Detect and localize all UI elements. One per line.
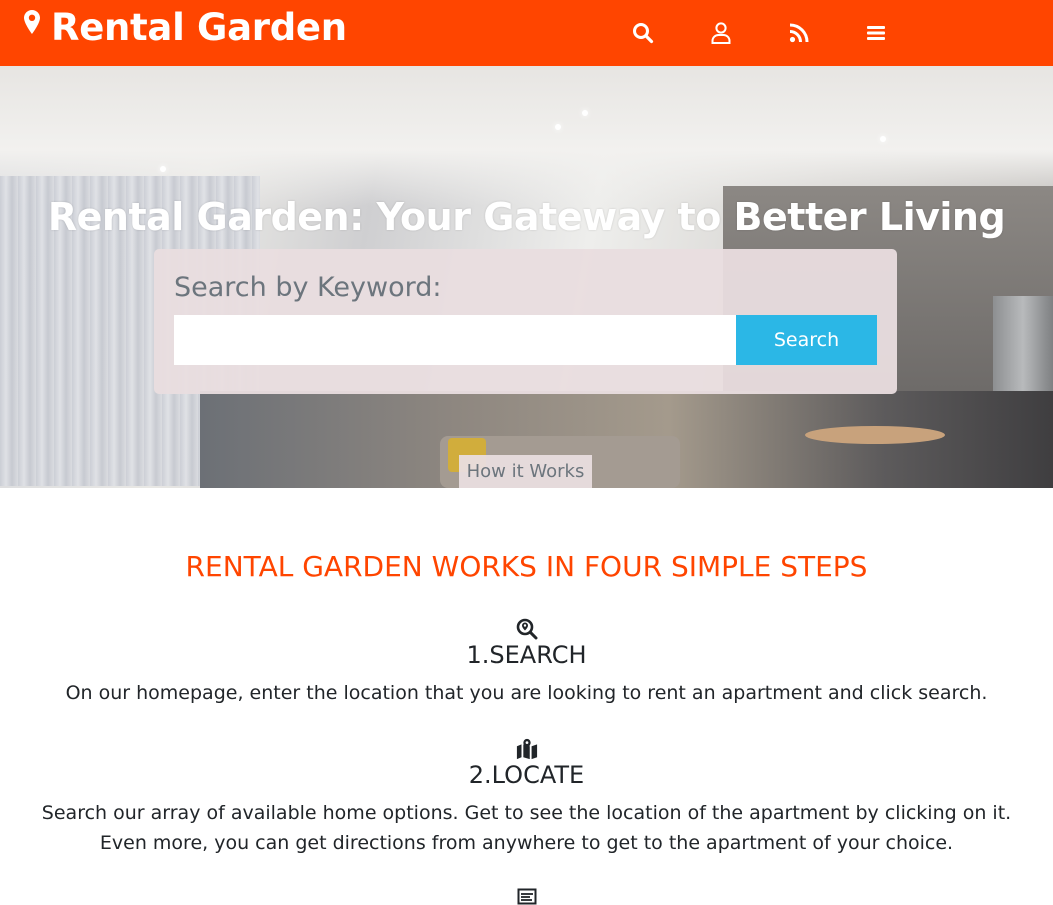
search-label: Search by Keyword:	[174, 272, 442, 303]
step-rent	[0, 888, 1053, 905]
step-title: 1.SEARCH	[466, 641, 587, 669]
search-panel: Search by Keyword: Search	[154, 249, 897, 394]
search-icon[interactable]	[631, 21, 655, 45]
step-description: Search our array of available home optio…	[41, 802, 1012, 854]
hero-section: Rental Garden: Your Gateway to Better Li…	[0, 66, 1053, 488]
step-search: 1.SEARCH On our homepage, enter the loca…	[0, 618, 1053, 708]
search-location-icon	[516, 618, 537, 640]
how-it-works-tab[interactable]: How it Works	[459, 455, 592, 488]
rss-icon[interactable]	[787, 21, 811, 45]
brand-link[interactable]: Rental Garden	[24, 6, 347, 50]
rental-sign-icon	[517, 888, 536, 905]
brand-name: Rental Garden	[51, 6, 347, 49]
search-button[interactable]: Search	[736, 315, 877, 365]
map-marked-icon	[516, 738, 537, 760]
step-title: 2.LOCATE	[468, 761, 585, 789]
hero-background-table	[805, 426, 945, 444]
hero-title: Rental Garden: Your Gateway to Better Li…	[47, 195, 1006, 239]
step-locate: 2.LOCATE Search our array of available h…	[0, 738, 1053, 858]
map-pin-icon	[24, 10, 40, 34]
search-input[interactable]	[174, 315, 736, 365]
step-description: On our homepage, enter the location that…	[65, 682, 988, 704]
menu-icon[interactable]	[864, 21, 888, 45]
user-icon[interactable]	[709, 21, 733, 45]
steps-heading: RENTAL GARDEN WORKS IN FOUR SIMPLE STEPS	[185, 550, 868, 583]
navbar: Rental Garden	[0, 0, 1053, 66]
